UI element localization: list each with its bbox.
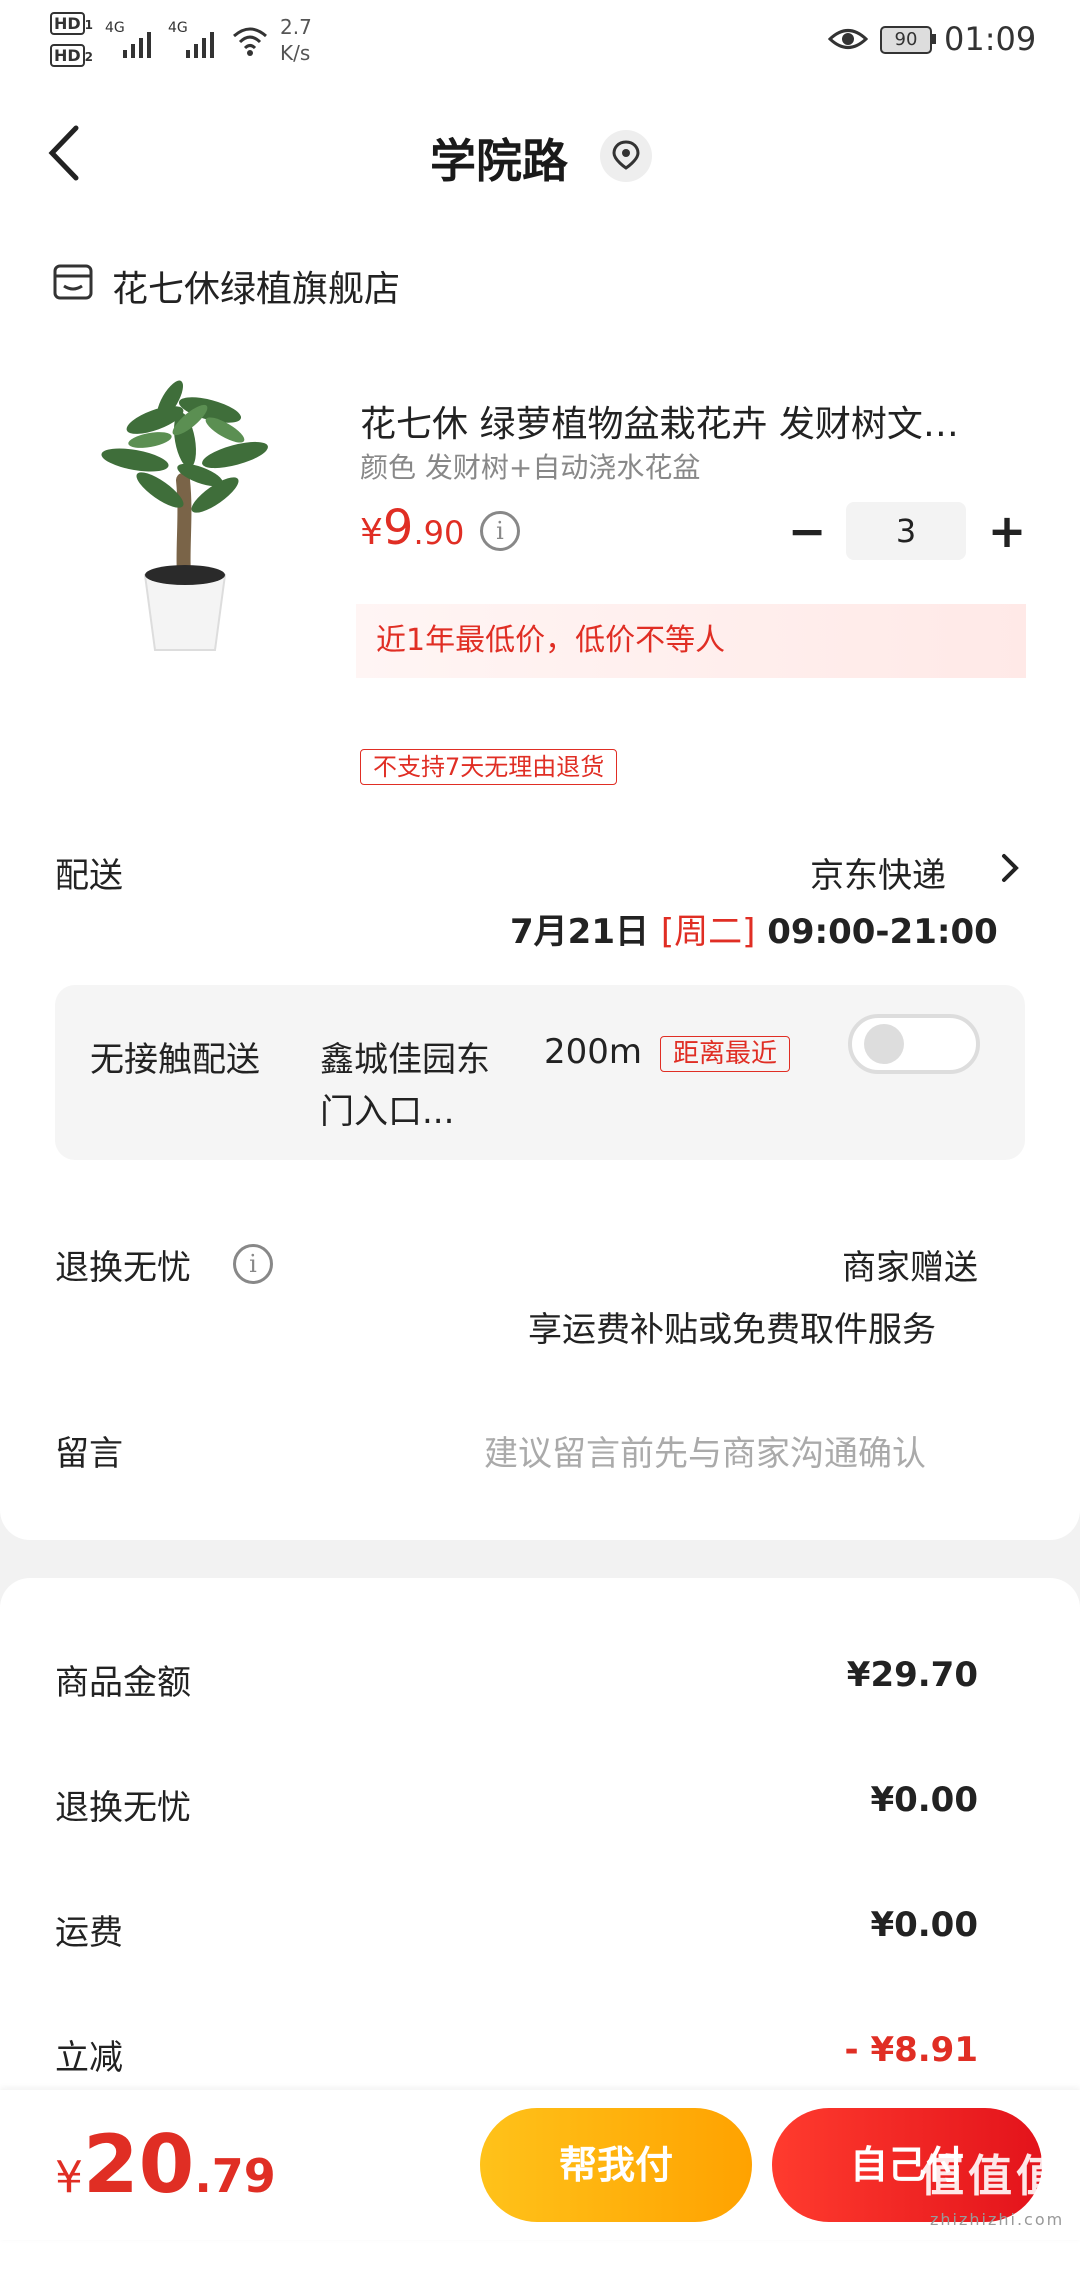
location-pin-icon: [612, 140, 640, 170]
location-button[interactable]: [600, 130, 652, 182]
quantity-minus-button[interactable]: −: [780, 502, 834, 560]
contactless-toggle[interactable]: [848, 1014, 980, 1074]
back-button[interactable]: [40, 118, 90, 188]
summary-row-label: 立减: [55, 2038, 123, 2078]
lowest-price-banner: 近1年最低价，低价不等人: [356, 604, 1026, 678]
no-return-tag: 不支持7天无理由退货: [360, 749, 618, 785]
clock: 01:09: [944, 20, 1037, 58]
total-price: ¥20.79: [55, 2118, 276, 2211]
watermark-logo: 值值值: [920, 2151, 1064, 2202]
network-speed: 2.7 K/s: [280, 15, 312, 65]
product-price: ¥9.90: [360, 500, 465, 556]
summary-row-label: 运费: [55, 1913, 123, 1953]
return-service-value: 商家赠送: [842, 1248, 978, 1288]
toggle-knob: [864, 1024, 904, 1064]
message-input[interactable]: 建议留言前先与商家沟通确认: [484, 1426, 926, 1475]
money-tree-image: [101, 380, 268, 651]
nearest-tag: 距离最近: [660, 1036, 791, 1072]
battery-indicator: 90: [880, 26, 932, 54]
summary-row-value: ¥29.70: [846, 1655, 978, 1695]
discount-value: - ¥8.91: [844, 2030, 979, 2070]
shop-icon: [52, 262, 94, 306]
return-service-label: 退换无忧: [55, 1248, 191, 1288]
contactless-distance: 200m: [544, 1032, 643, 1072]
return-service-desc: 享运费补贴或免费取件服务: [528, 1310, 936, 1350]
chevron-right-icon[interactable]: [998, 850, 1022, 890]
product-image[interactable]: [95, 380, 275, 660]
product-title[interactable]: 花七休 绿萝植物盆栽花卉 发财树文…: [360, 395, 1010, 447]
battery-tip: [932, 34, 936, 44]
page-title[interactable]: 学院路: [430, 125, 568, 191]
help-pay-button[interactable]: 帮我付: [480, 2108, 752, 2222]
summary-row-value: ¥0.00: [870, 1905, 978, 1945]
contactless-location-line1: 鑫城佳园东: [320, 1040, 490, 1080]
hd-indicator-2: HD 2: [50, 44, 93, 67]
message-label: 留言: [55, 1434, 123, 1474]
summary-row-label: 退换无忧: [55, 1788, 191, 1828]
wifi-icon: [230, 24, 270, 62]
summary-row-value: ¥0.00: [870, 1780, 978, 1820]
return-service-info-icon[interactable]: i: [233, 1244, 273, 1284]
delivery-label: 配送: [55, 856, 123, 896]
quantity-input[interactable]: 3: [846, 502, 966, 560]
product-spec[interactable]: 颜色 发财树+自动浇水花盆: [360, 446, 700, 486]
hd-indicator-1: HD 1: [50, 12, 93, 35]
quantity-plus-button[interactable]: +: [980, 502, 1034, 560]
summary-row-label: 商品金额: [55, 1663, 191, 1703]
contactless-label: 无接触配送: [90, 1040, 260, 1080]
price-info-icon[interactable]: i: [480, 511, 520, 551]
delivery-carrier[interactable]: 京东快递: [810, 848, 946, 897]
contactless-location-line2: 门入口...: [320, 1092, 455, 1132]
chevron-left-icon: [48, 125, 79, 181]
status-bar: HD 1 HD 2 4G 4G 2.7 K/s 90 01:09: [0, 0, 1080, 90]
eye-icon: [827, 22, 869, 60]
watermark-url: zhizhizhi.com: [930, 2210, 1065, 2229]
shop-name[interactable]: 花七休绿植旗舰店: [112, 260, 400, 312]
delivery-time[interactable]: 7月21日 [周二] 09:00-21:00: [510, 904, 998, 953]
